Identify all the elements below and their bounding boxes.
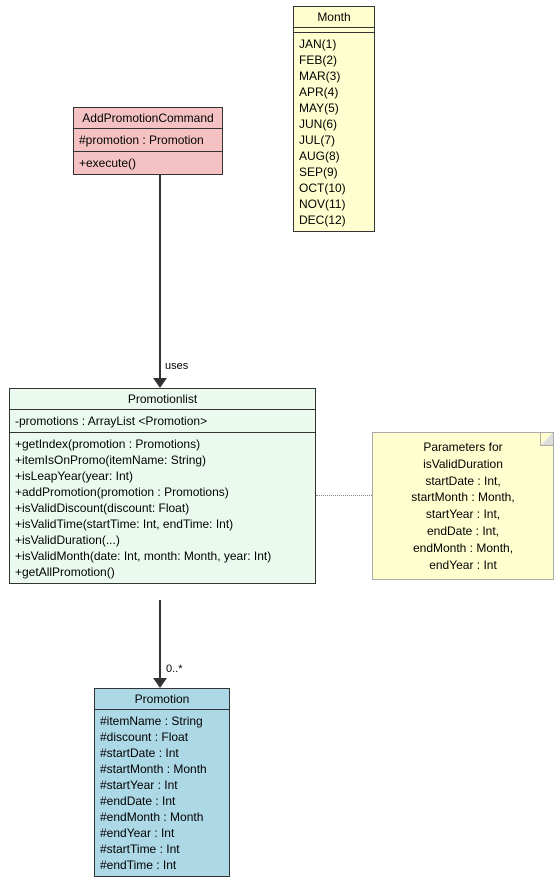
attribute: #startTime : Int	[100, 841, 224, 857]
attributes: #itemName : String #discount : Float #st…	[95, 710, 229, 876]
enum-item: JUL(7)	[299, 132, 369, 148]
class-add-promotion-command: AddPromotionCommand #promotion : Promoti…	[73, 107, 223, 175]
note-line: endDate : Int,	[383, 523, 543, 540]
multiplicity-label: 0..*	[166, 663, 183, 675]
note-parameters: Parameters for isValidDuration startDate…	[372, 432, 554, 580]
note-line: Parameters for isValidDuration	[383, 439, 543, 473]
attribute: #endYear : Int	[100, 825, 224, 841]
enum-item: AUG(8)	[299, 148, 369, 164]
method: +execute()	[79, 155, 217, 171]
enum-values: JAN(1) FEB(2) MAR(3) APR(4) MAY(5) JUN(6…	[294, 33, 374, 231]
attribute: #endDate : Int	[100, 793, 224, 809]
attributes: -promotions : ArrayList <Promotion>	[10, 410, 315, 433]
arrow-has	[159, 600, 161, 680]
method: +isValidTime(startTime: Int, endTime: In…	[15, 516, 310, 532]
attribute: #startYear : Int	[100, 777, 224, 793]
note-fold-icon	[540, 433, 553, 446]
method: +itemIsOnPromo(itemName: String)	[15, 452, 310, 468]
enum-item: NOV(11)	[299, 196, 369, 212]
note-line: startYear : Int,	[383, 506, 543, 523]
attribute: #endMonth : Month	[100, 809, 224, 825]
uses-label: uses	[165, 360, 188, 372]
arrow-uses	[159, 175, 161, 380]
note-line: startDate : Int,	[383, 473, 543, 490]
attribute: #startMonth : Month	[100, 761, 224, 777]
class-promotionlist: Promotionlist -promotions : ArrayList <P…	[9, 388, 316, 584]
class-title: Promotion	[95, 689, 229, 710]
enum-item: JAN(1)	[299, 36, 369, 52]
attributes: #promotion : Promotion	[74, 129, 222, 152]
attribute: #discount : Float	[100, 729, 224, 745]
attribute: -promotions : ArrayList <Promotion>	[15, 413, 310, 429]
enum-item: JUN(6)	[299, 116, 369, 132]
enum-item: SEP(9)	[299, 164, 369, 180]
arrow-head-icon	[153, 378, 167, 388]
enum-item: DEC(12)	[299, 212, 369, 228]
method: +addPromotion(promotion : Promotions)	[15, 484, 310, 500]
methods: +execute()	[74, 152, 222, 174]
method: +isLeapYear(year: Int)	[15, 468, 310, 484]
attribute: #promotion : Promotion	[79, 132, 217, 148]
method: +isValidDuration(...)	[15, 532, 310, 548]
class-month: Month JAN(1) FEB(2) MAR(3) APR(4) MAY(5)…	[293, 6, 375, 232]
class-title: Promotionlist	[10, 389, 315, 410]
enum-item: MAY(5)	[299, 100, 369, 116]
note-line: startMonth : Month,	[383, 489, 543, 506]
attribute: #itemName : String	[100, 713, 224, 729]
enum-item: APR(4)	[299, 84, 369, 100]
class-title: Month	[294, 7, 374, 28]
arrow-head-icon	[153, 678, 167, 688]
note-connector	[316, 495, 372, 496]
methods: +getIndex(promotion : Promotions) +itemI…	[10, 433, 315, 583]
class-title: AddPromotionCommand	[74, 108, 222, 129]
method: +getIndex(promotion : Promotions)	[15, 436, 310, 452]
attribute: #startDate : Int	[100, 745, 224, 761]
note-line: endMonth : Month,	[383, 540, 543, 557]
note-line: endYear : Int	[383, 557, 543, 574]
attribute: #endTime : Int	[100, 857, 224, 873]
method: +getAllPromotion()	[15, 564, 310, 580]
enum-item: MAR(3)	[299, 68, 369, 84]
method: +isValidMonth(date: Int, month: Month, y…	[15, 548, 310, 564]
enum-item: FEB(2)	[299, 52, 369, 68]
enum-item: OCT(10)	[299, 180, 369, 196]
class-promotion: Promotion #itemName : String #discount :…	[94, 688, 230, 877]
method: +isValidDiscount(discount: Float)	[15, 500, 310, 516]
